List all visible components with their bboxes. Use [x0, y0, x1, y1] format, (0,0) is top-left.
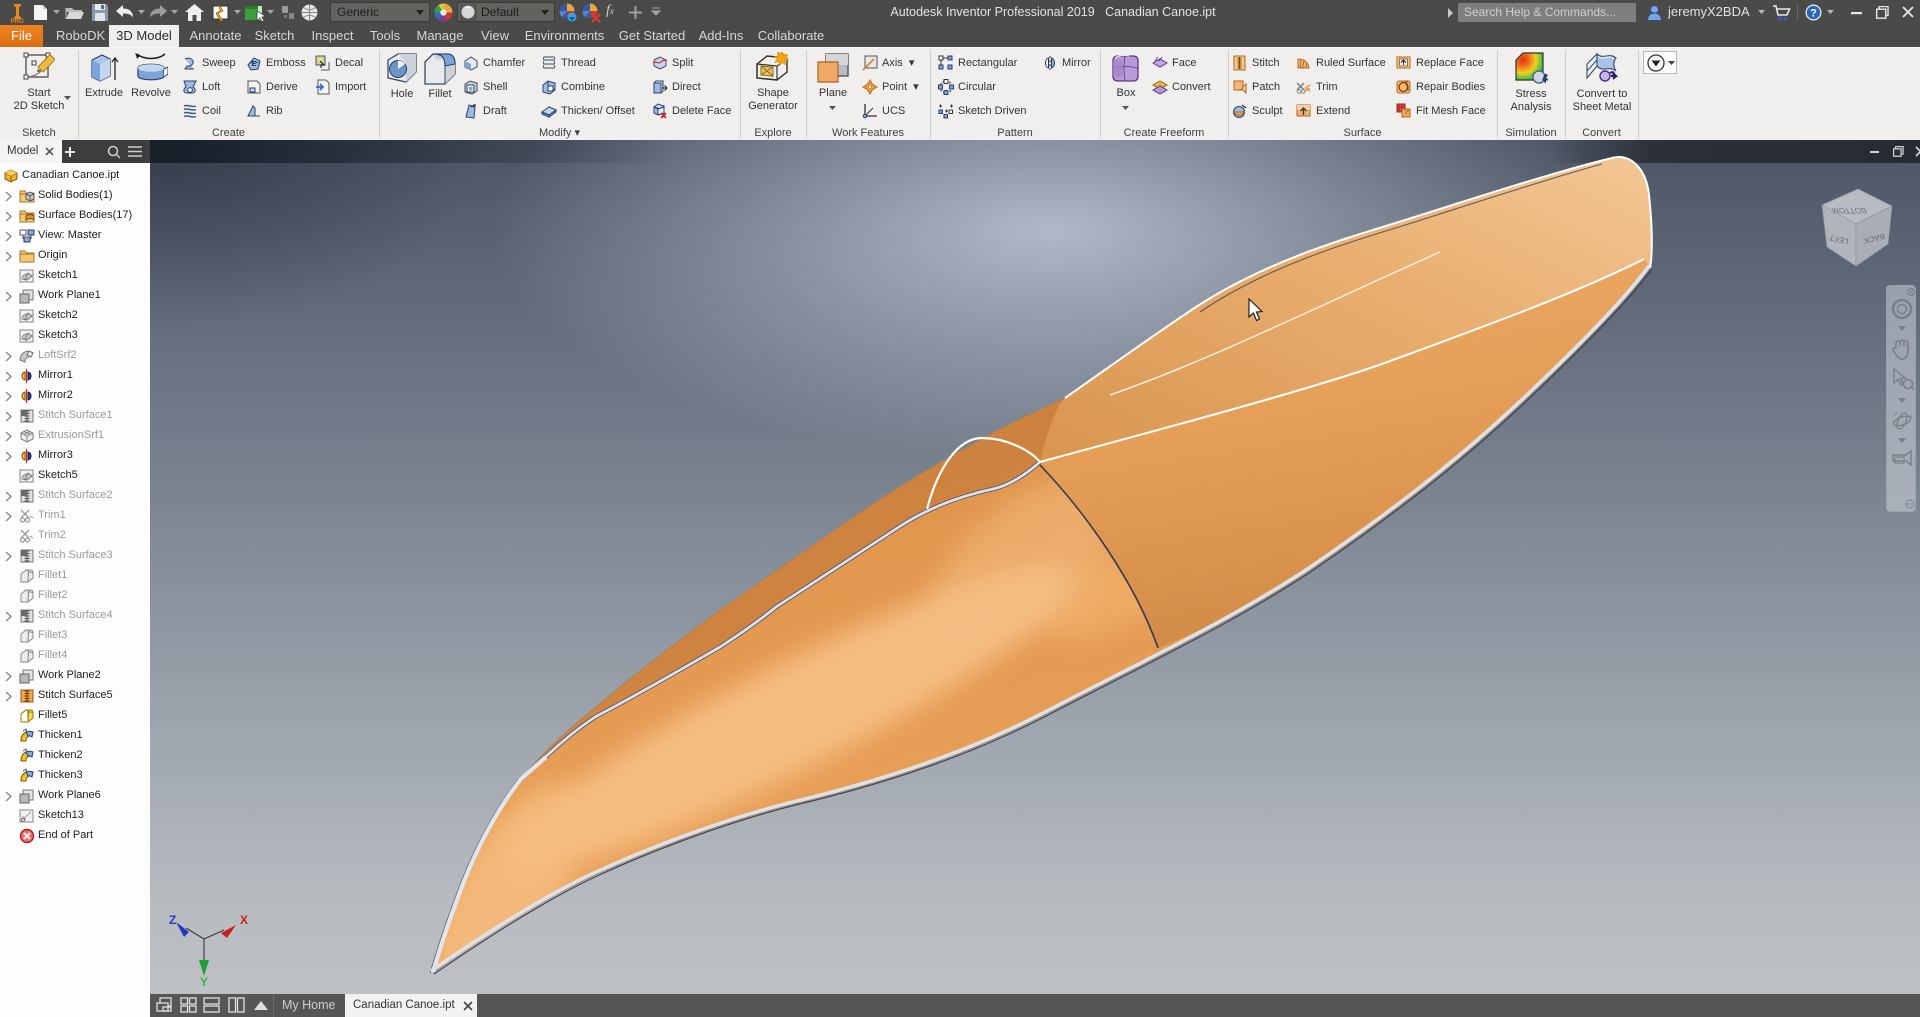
svg-text:Y: Y	[200, 975, 208, 989]
svg-text:X: X	[240, 913, 248, 927]
svg-text:Z: Z	[169, 913, 176, 927]
svg-text:?: ?	[1810, 8, 1817, 20]
svg-text:E: E	[252, 61, 257, 68]
svg-text:BOTTOM: BOTTOM	[1830, 206, 1868, 215]
svg-text:PRO: PRO	[10, 19, 23, 24]
